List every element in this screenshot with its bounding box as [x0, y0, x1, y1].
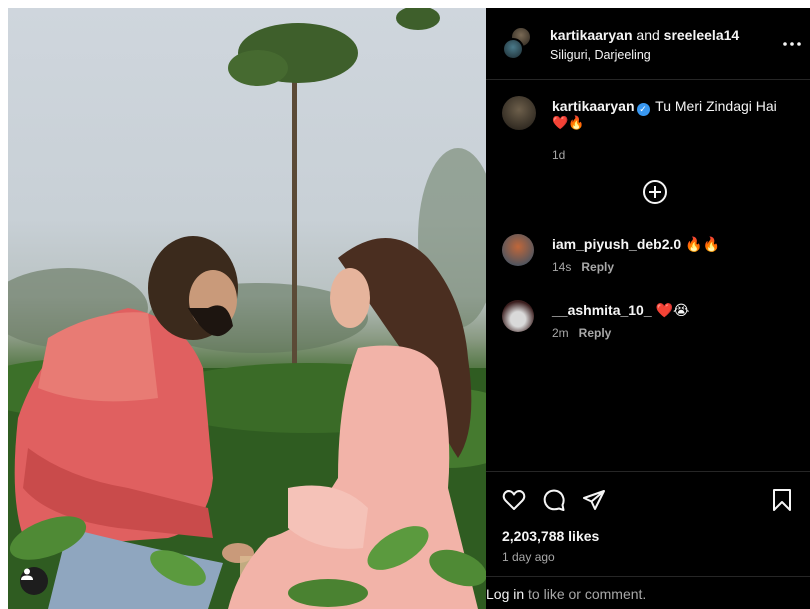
like-button[interactable] [500, 486, 528, 514]
author-username[interactable]: kartikaaryan [550, 27, 633, 43]
comment-button[interactable] [540, 486, 568, 514]
reply-button[interactable]: Reply [579, 326, 612, 340]
comment-item: iam_piyush_deb2.0 🔥🔥 14s Reply [486, 234, 810, 278]
comment-icon [543, 489, 565, 511]
caption-time[interactable]: 1d [552, 148, 565, 162]
user-tag-icon [21, 568, 33, 580]
avatar [502, 38, 524, 60]
comment-time: 14s [552, 260, 572, 274]
comment-username[interactable]: iam_piyush_deb2.0 [552, 236, 681, 252]
avatar[interactable] [502, 300, 534, 332]
like-count[interactable]: 2,203,788 likes [502, 528, 599, 544]
more-options-button[interactable] [782, 34, 802, 54]
share-icon [583, 490, 605, 510]
comment-username[interactable]: __ashmita_10_ [552, 302, 652, 318]
caption-body: Tu Meri Zindagi Hai [655, 98, 777, 114]
comment-body: 🔥🔥 [685, 236, 720, 252]
share-button[interactable] [580, 486, 608, 514]
avatar[interactable] [502, 96, 536, 130]
photo-illustration [8, 8, 486, 609]
post-authors: kartikaaryan and sreeleela14 [550, 27, 739, 43]
comment-meta: 14s Reply [552, 260, 614, 274]
collab-avatars[interactable] [502, 26, 536, 60]
comment-text: iam_piyush_deb2.0 🔥🔥 [552, 236, 720, 253]
post-date: 1 day ago [502, 550, 555, 564]
comment-item: __ashmita_10_ ❤️😭 2m Reply [486, 300, 810, 344]
post-sidebar: kartikaaryan and sreeleela14 Siliguri, D… [486, 8, 810, 609]
plus-circle-icon[interactable] [642, 179, 668, 205]
post-location[interactable]: Siliguri, Darjeeling [550, 48, 651, 62]
bookmark-icon [773, 489, 791, 511]
heart-icon [502, 490, 526, 510]
action-bar [500, 486, 800, 514]
more-horizontal-icon [783, 42, 801, 46]
caption-emoji: ❤️🔥 [552, 115, 585, 130]
post-modal: kartikaaryan and sreeleela14 Siliguri, D… [8, 8, 810, 609]
comment-text: __ashmita_10_ ❤️😭 [552, 302, 689, 319]
tagged-users-button[interactable] [20, 567, 48, 595]
authors-joiner: and [636, 27, 660, 43]
login-prompt: Log in to like or comment. [486, 576, 810, 609]
post-header: kartikaaryan and sreeleela14 Siliguri, D… [486, 8, 810, 80]
avatar[interactable] [502, 234, 534, 266]
save-button[interactable] [768, 486, 796, 514]
comment-time: 2m [552, 326, 569, 340]
caption-username[interactable]: kartikaaryan [552, 98, 635, 114]
verified-badge-icon: ✓ [636, 103, 650, 116]
login-prompt-text: to like or comment. [528, 586, 647, 602]
post-photo[interactable] [8, 8, 486, 609]
comment-body: ❤️😭 [655, 302, 690, 318]
coauthor-username[interactable]: sreeleela14 [664, 27, 740, 43]
comment-meta: 2m Reply [552, 326, 611, 340]
reply-button[interactable]: Reply [581, 260, 614, 274]
post-actions: 2,203,788 likes 1 day ago Log in to like… [486, 471, 810, 609]
login-link[interactable]: Log in [486, 586, 524, 602]
caption-text: kartikaaryan ✓ Tu Meri Zindagi Hai [552, 97, 802, 116]
